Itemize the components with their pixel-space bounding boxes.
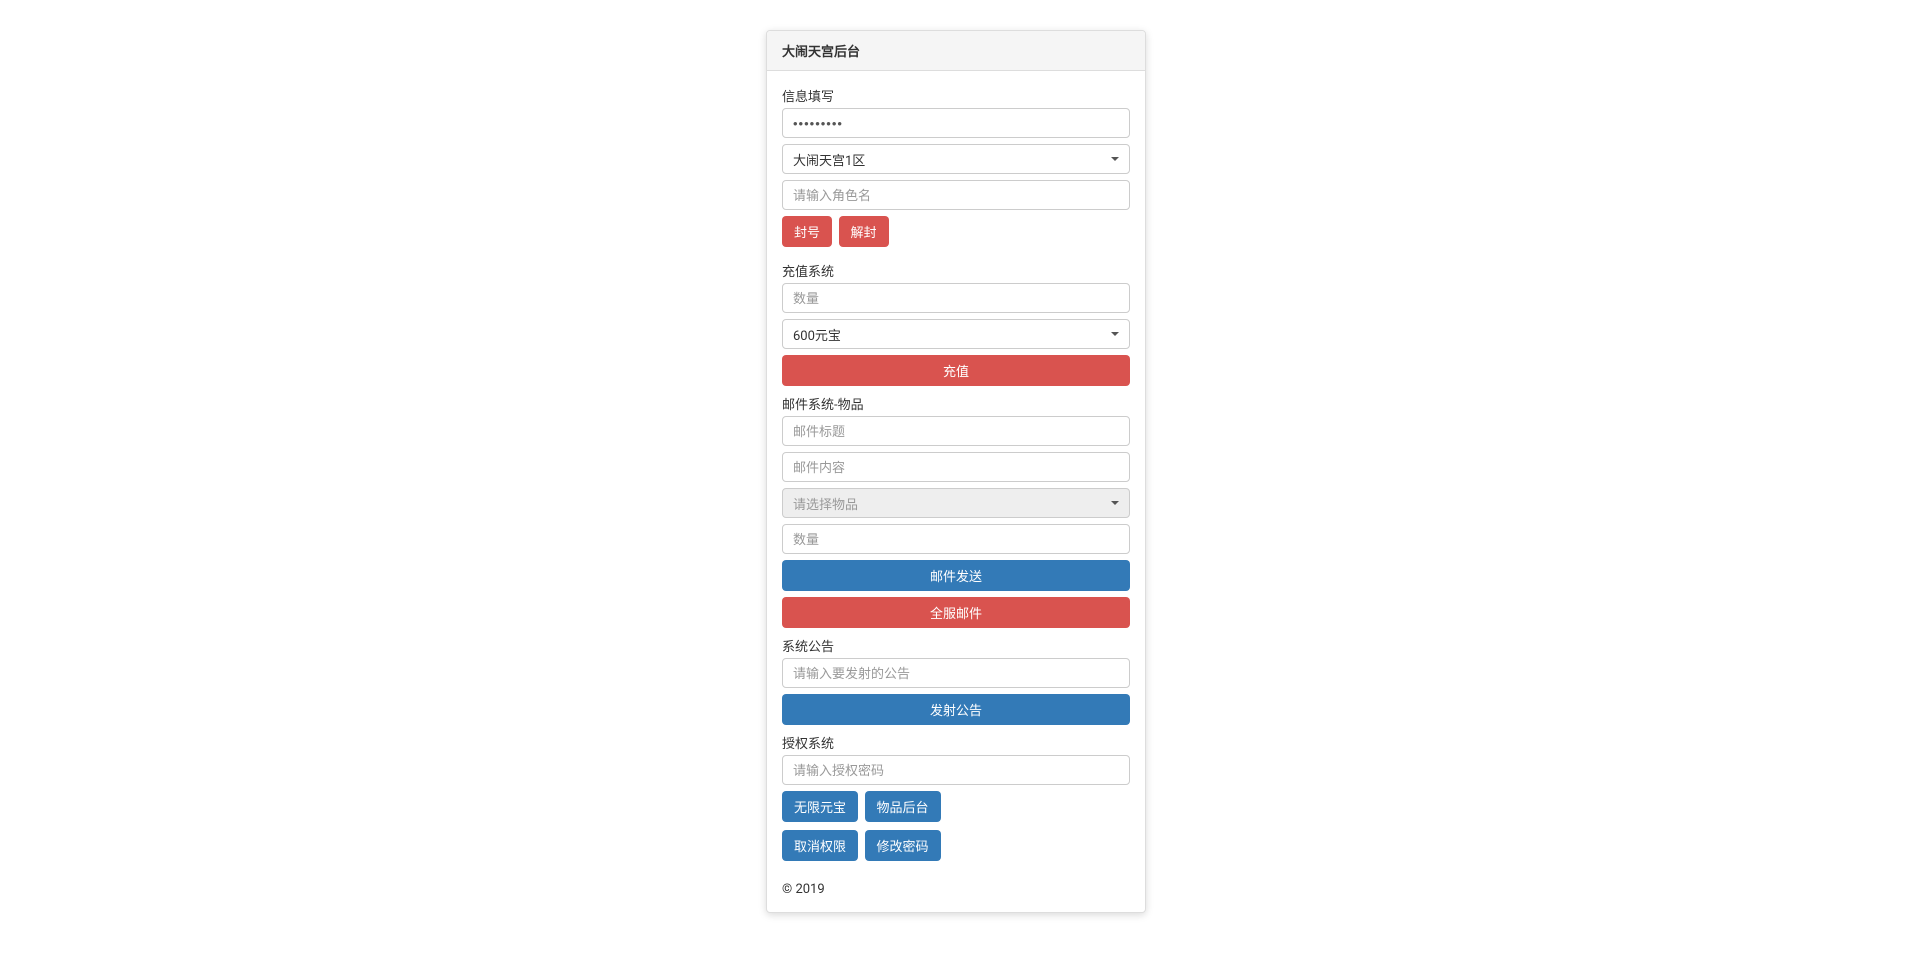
panel-header: 大闹天宫后台 bbox=[767, 31, 1145, 71]
mail-title-input[interactable] bbox=[782, 416, 1130, 446]
package-select[interactable]: 600元宝 bbox=[782, 319, 1130, 349]
footer: © 2019 bbox=[782, 882, 1130, 897]
recharge-button[interactable]: 充值 bbox=[782, 355, 1130, 386]
server-select[interactable]: 大闹天宫1区 bbox=[782, 144, 1130, 174]
info-label: 信息填写 bbox=[782, 86, 1130, 105]
unlimited-button[interactable]: 无限元宝 bbox=[782, 791, 858, 822]
caret-icon bbox=[1111, 332, 1119, 336]
package-select-value: 600元宝 bbox=[793, 325, 841, 344]
panel-title: 大闹天宫后台 bbox=[782, 45, 860, 60]
caret-icon bbox=[1111, 501, 1119, 505]
announce-button[interactable]: 发射公告 bbox=[782, 694, 1130, 725]
announce-input[interactable] bbox=[782, 658, 1130, 688]
announce-label: 系统公告 bbox=[782, 636, 1130, 655]
change-pwd-button[interactable]: 修改密码 bbox=[865, 830, 941, 861]
item-select[interactable]: 请选择物品 bbox=[782, 488, 1130, 518]
panel-body: 信息填写 大闹天宫1区 封号 解封 充值系统 600元宝 充值 邮件系统-物品 … bbox=[767, 71, 1145, 912]
ban-button[interactable]: 封号 bbox=[782, 216, 832, 247]
character-input[interactable] bbox=[782, 180, 1130, 210]
admin-panel: 大闹天宫后台 信息填写 大闹天宫1区 封号 解封 充值系统 600元宝 充值 邮… bbox=[766, 30, 1146, 913]
auth-password-input[interactable] bbox=[782, 755, 1130, 785]
revoke-button[interactable]: 取消权限 bbox=[782, 830, 858, 861]
recharge-label: 充值系统 bbox=[782, 261, 1130, 280]
mail-quantity-input[interactable] bbox=[782, 524, 1130, 554]
mail-broadcast-button[interactable]: 全服邮件 bbox=[782, 597, 1130, 628]
unban-button[interactable]: 解封 bbox=[839, 216, 889, 247]
auth-button-group-2: 取消权限 修改密码 bbox=[782, 830, 1130, 867]
server-select-value: 大闹天宫1区 bbox=[793, 150, 865, 169]
caret-icon bbox=[1111, 157, 1119, 161]
mail-label: 邮件系统-物品 bbox=[782, 394, 1130, 413]
copyright: © 2019 bbox=[782, 882, 825, 897]
item-select-value: 请选择物品 bbox=[793, 494, 858, 513]
ban-button-group: 封号 解封 bbox=[782, 216, 1130, 253]
mail-content-input[interactable] bbox=[782, 452, 1130, 482]
mail-send-button[interactable]: 邮件发送 bbox=[782, 560, 1130, 591]
auth-label: 授权系统 bbox=[782, 733, 1130, 752]
auth-button-group-1: 无限元宝 物品后台 bbox=[782, 791, 1130, 828]
recharge-amount-input[interactable] bbox=[782, 283, 1130, 313]
item-admin-button[interactable]: 物品后台 bbox=[865, 791, 941, 822]
password-input[interactable] bbox=[782, 108, 1130, 138]
